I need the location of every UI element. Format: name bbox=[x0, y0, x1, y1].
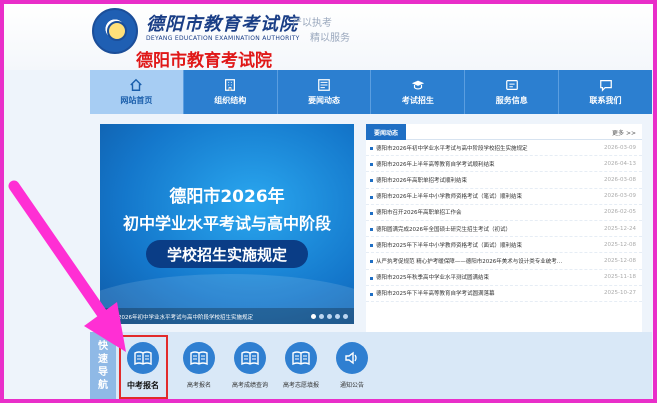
news-item[interactable]: 德阳市2025年下半年中小学教师资格考试（面试）顺利结束 2025-12-08 bbox=[366, 237, 642, 254]
banner-line-1: 德阳市2026年 bbox=[169, 187, 285, 207]
quick-link-label: 中考报名 bbox=[127, 381, 159, 390]
news-item[interactable]: 德阳市2026年上半年高等教育自学考试顺利结束 2026-04-13 bbox=[366, 156, 642, 173]
news-date: 2025-12-24 bbox=[604, 225, 636, 232]
news-item[interactable]: 德阳圆满完成2026年全国硕士研究生招生考试（初试） 2025-12-24 bbox=[366, 221, 642, 238]
building-icon bbox=[225, 79, 236, 91]
news-item[interactable]: 德阳市2026年初中学业水平考试与高中阶段学校招生实施规定 2026-03-09 bbox=[366, 140, 642, 157]
news-date: 2025-11-18 bbox=[604, 274, 636, 281]
quick-link-label: 高考报名 bbox=[186, 382, 211, 389]
quick-link-label: 通知公告 bbox=[339, 382, 364, 389]
nav-item-news[interactable]: 要闻动态 bbox=[278, 70, 372, 114]
quick-nav-label: 快速导航 bbox=[90, 332, 116, 399]
page-frame: 德阳市教育考试院 DEYANG EDUCATION EXAMINATION AU… bbox=[4, 4, 653, 399]
book-icon bbox=[234, 342, 266, 374]
quick-link-announcements[interactable]: 通知公告 bbox=[327, 342, 377, 389]
logo-english-text: DEYANG EDUCATION EXAMINATION AUTHORITY bbox=[146, 35, 300, 42]
chat-icon bbox=[599, 80, 612, 92]
news-date: 2025-10-27 bbox=[604, 290, 636, 297]
nav-item-service-info[interactable]: 服务信息 bbox=[465, 70, 560, 114]
carousel-dot[interactable] bbox=[327, 314, 332, 319]
news-title: 德阳市2026年上半年中小学教师资格考试（笔试）顺利结束 bbox=[376, 194, 522, 201]
quick-link-gaokao-score-query[interactable]: 高考成绩查询 bbox=[225, 342, 275, 389]
news-title: 德阳市2025年秋季高中学业水平测试圆满结束 bbox=[376, 275, 489, 282]
main-nav: 网站首页 组织结构 要闻动态 考试招生 服务信息 联系我们 bbox=[90, 70, 652, 114]
news-header: 要闻动态 更多 >> bbox=[366, 124, 642, 140]
more-link[interactable]: 更多 >> bbox=[612, 128, 636, 137]
news-item[interactable]: 德阳市2026年高职单招考试顺利结束 2026-03-08 bbox=[366, 172, 642, 189]
carousel-dot[interactable] bbox=[311, 314, 316, 319]
quick-nav: 快速导航 中考报名 高考报名 高考成绩查询 高考志愿填报 通知公告 bbox=[90, 332, 652, 399]
news-item[interactable]: 从严执考促规范 精心护考暖保障——德阳市2026年美术与设计类专业统考… 2025… bbox=[366, 253, 642, 270]
site-header: 德阳市教育考试院 DEYANG EDUCATION EXAMINATION AU… bbox=[4, 4, 653, 71]
news-date: 2026-02-05 bbox=[604, 209, 636, 216]
page-title: 德阳市教育考试院 bbox=[136, 51, 272, 71]
service-icon bbox=[505, 80, 518, 90]
slogan-line-2: 精以服务 bbox=[310, 33, 350, 44]
graduation-cap-icon bbox=[411, 80, 425, 90]
news-date: 2026-03-09 bbox=[604, 144, 636, 151]
book-icon bbox=[183, 342, 215, 374]
nav-label: 要闻动态 bbox=[308, 96, 341, 105]
news-title: 德阳市2025年下半年中小学教师资格考试（面试）顺利结束 bbox=[376, 242, 522, 249]
news-item[interactable]: 德阳市召开2026年高职单招工作会 2026-02-05 bbox=[366, 205, 642, 221]
tab-news[interactable]: 要闻动态 bbox=[366, 124, 407, 140]
nav-item-organization[interactable]: 组织结构 bbox=[184, 70, 278, 114]
news-title: 德阳市召开2026年高职单招工作会 bbox=[376, 210, 462, 217]
logo-text[interactable]: 德阳市教育考试院 bbox=[146, 10, 297, 35]
news-title: 德阳市2026年高职单招考试顺利结束 bbox=[376, 177, 467, 184]
quick-link-label: 高考志愿填报 bbox=[282, 382, 319, 389]
news-title: 德阳市2025年下半年高等教育自学考试圆满落幕 bbox=[376, 291, 495, 298]
news-item[interactable]: 德阳市2025年下半年高等教育自学考试圆满落幕 2025-10-27 bbox=[366, 286, 642, 302]
banner-carousel[interactable]: 德阳市2026年 初中学业水平考试与高中阶段 学校招生实施规定 2026年初中学… bbox=[100, 124, 354, 324]
quick-link-gaokao-registration[interactable]: 高考报名 bbox=[174, 342, 224, 389]
emblem-logo-icon[interactable] bbox=[92, 8, 138, 54]
nav-label: 联系我们 bbox=[589, 96, 622, 105]
banner-line-2: 初中学业水平考试与高中阶段 bbox=[122, 214, 331, 233]
book-icon bbox=[285, 342, 317, 374]
news-item[interactable]: 德阳市2026年上半年中小学教师资格考试（笔试）顺利结束 2026-03-09 bbox=[366, 189, 642, 205]
nav-item-contact[interactable]: 联系我们 bbox=[559, 70, 652, 114]
speaker-icon bbox=[336, 342, 368, 374]
book-icon bbox=[127, 342, 159, 374]
carousel-dot[interactable] bbox=[343, 314, 348, 319]
home-icon bbox=[130, 78, 143, 91]
news-date: 2026-03-09 bbox=[604, 193, 636, 200]
nav-item-home[interactable]: 网站首页 bbox=[90, 70, 184, 114]
carousel-dot[interactable] bbox=[319, 314, 324, 319]
news-icon bbox=[318, 79, 330, 91]
news-date: 2026-04-13 bbox=[604, 160, 636, 167]
nav-label: 服务信息 bbox=[495, 96, 528, 105]
carousel-dot[interactable] bbox=[335, 314, 340, 319]
slogan-line-1: 严以执考 bbox=[292, 18, 332, 29]
news-panel: 要闻动态 更多 >> 德阳市2026年初中学业水平考试与高中阶段学校招生实施规定… bbox=[366, 124, 642, 334]
news-title: 德阳市2026年上半年高等教育自学考试顺利结束 bbox=[376, 161, 495, 168]
news-date: 2026-03-08 bbox=[604, 176, 636, 183]
banner-line-3: 学校招生实施规定 bbox=[146, 240, 308, 268]
news-list: 德阳市2026年初中学业水平考试与高中阶段学校招生实施规定 2026-03-09 … bbox=[366, 140, 642, 302]
news-title: 德阳市2026年初中学业水平考试与高中阶段学校招生实施规定 bbox=[376, 145, 528, 152]
nav-label: 组织结构 bbox=[214, 96, 247, 105]
nav-label: 考试招生 bbox=[401, 96, 434, 105]
news-title: 从严执考促规范 精心护考暖保障——德阳市2026年美术与设计类专业统考… bbox=[376, 258, 563, 265]
news-date: 2025-12-08 bbox=[604, 241, 636, 248]
quick-link-gaokao-application[interactable]: 高考志愿填报 bbox=[276, 342, 326, 389]
nav-item-exam-enrollment[interactable]: 考试招生 bbox=[371, 70, 466, 114]
quick-link-zhongkao-registration[interactable]: 中考报名 bbox=[118, 342, 168, 391]
news-item[interactable]: 德阳市2025年秋季高中学业水平测试圆满结束 2025-11-18 bbox=[366, 270, 642, 286]
nav-label: 网站首页 bbox=[120, 96, 153, 105]
news-date: 2025-12-08 bbox=[604, 257, 636, 264]
quick-link-label: 高考成绩查询 bbox=[231, 382, 268, 389]
carousel-dots bbox=[311, 314, 348, 319]
news-title: 德阳圆满完成2026年全国硕士研究生招生考试（初试） bbox=[376, 226, 511, 233]
